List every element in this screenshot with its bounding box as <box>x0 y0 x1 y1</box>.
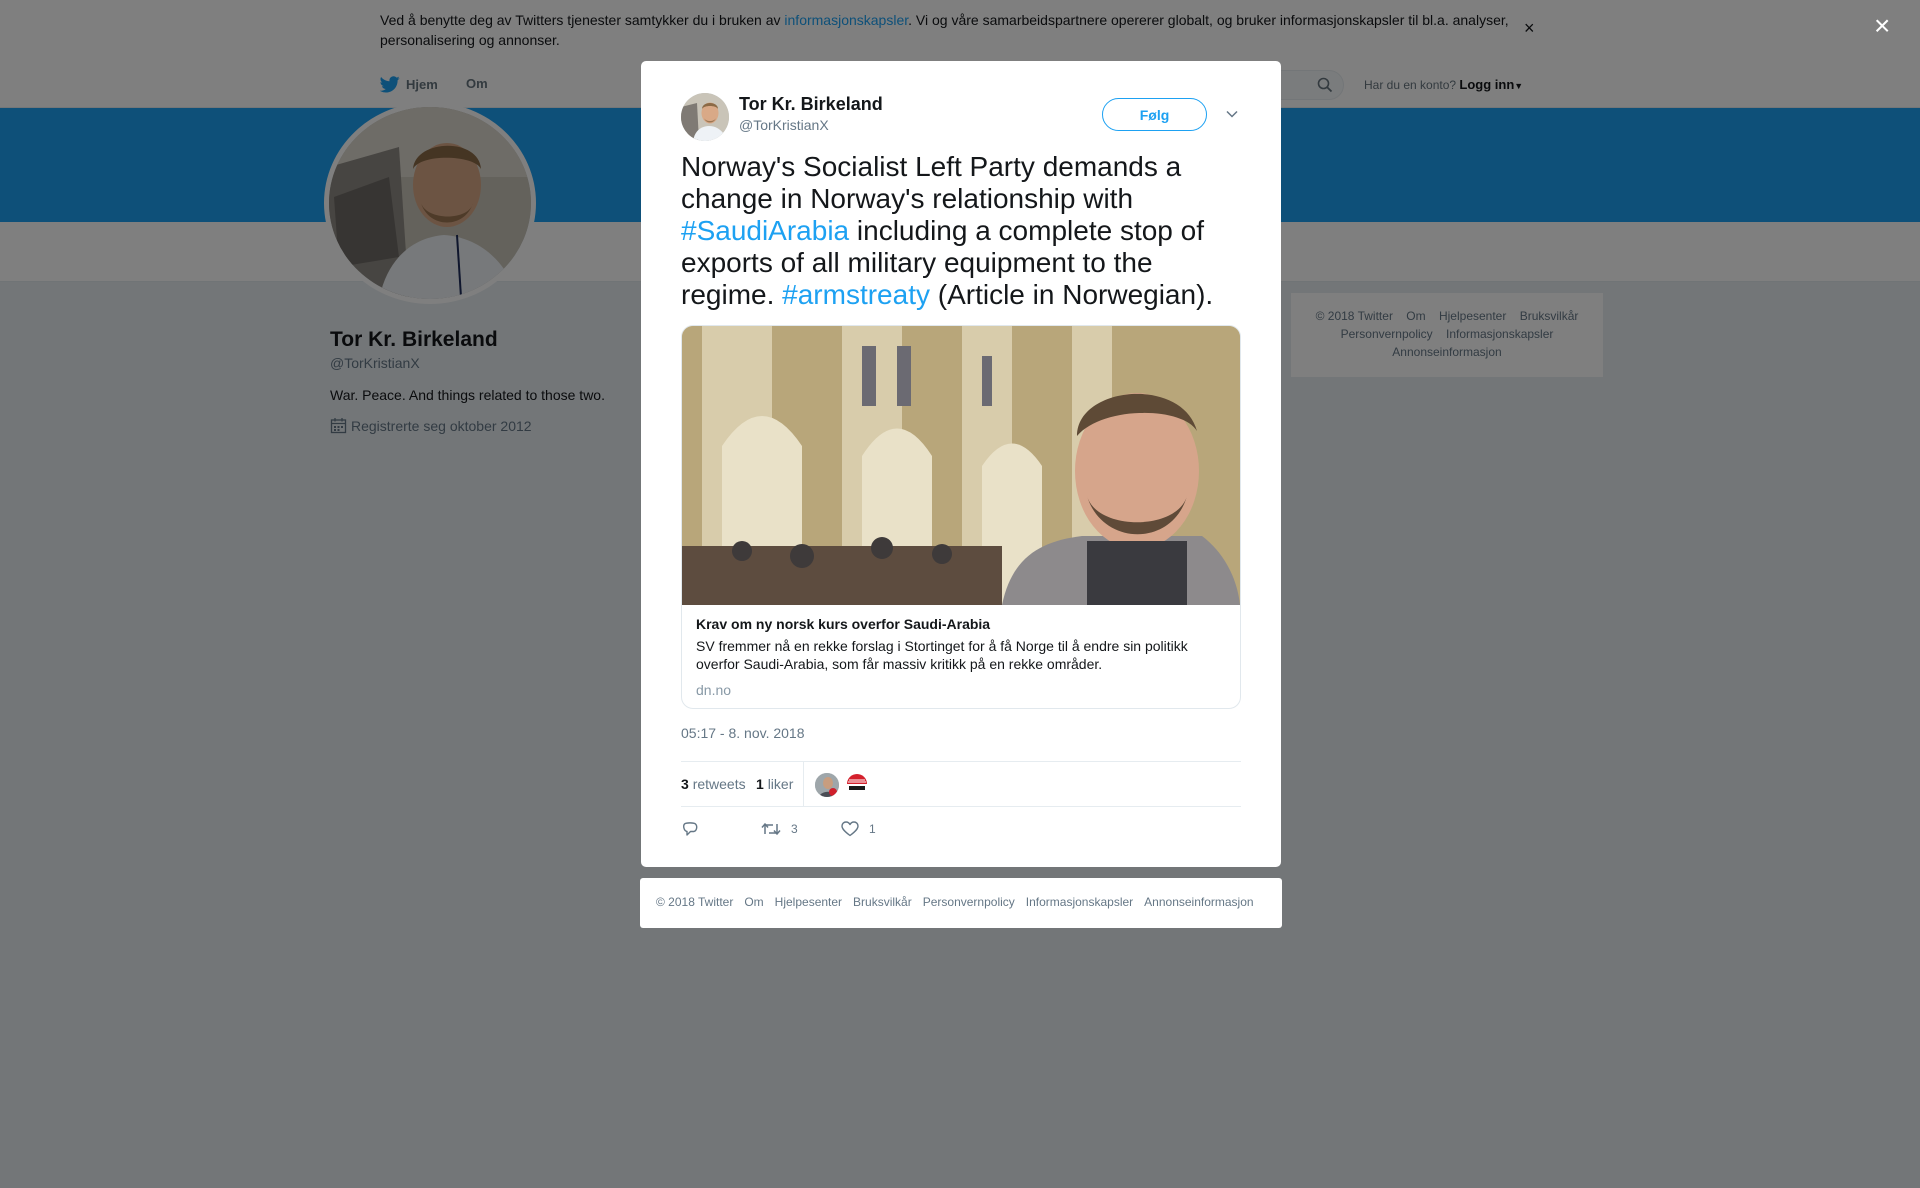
like-action-count: 1 <box>869 822 876 836</box>
reply-icon <box>683 822 698 836</box>
tweet-actions: 3 1 <box>681 815 1241 845</box>
retweet-stat[interactable]: 3 retweets <box>681 776 746 792</box>
heart-icon <box>841 821 859 837</box>
follow-button[interactable]: Følg <box>1102 98 1207 131</box>
footer-link[interactable]: Informasjonskapsler <box>1026 895 1133 909</box>
footer-link[interactable]: Bruksvilkår <box>853 895 912 909</box>
footer-link[interactable]: Hjelpesenter <box>775 895 842 909</box>
tweet-author-avatar[interactable] <box>681 93 729 141</box>
tweet-text-part: (Article in Norwegian). <box>929 279 1214 310</box>
stats-divider <box>803 762 804 806</box>
like-label: liker <box>767 776 794 792</box>
modal-footer: © 2018 Twitter Om Hjelpesenter Bruksvilkår P… <box>640 878 1282 928</box>
footer-link[interactable]: Om <box>744 895 763 909</box>
retweet-label: retweets <box>692 776 746 792</box>
hashtag-link[interactable]: #armstreaty <box>782 279 930 310</box>
footer-link[interactable]: Annonseinformasjon <box>1144 895 1253 909</box>
close-modal-button[interactable]: × <box>1874 12 1890 40</box>
reply-button[interactable] <box>681 821 699 838</box>
retweet-button[interactable]: 3 <box>761 821 798 837</box>
card-domain: dn.no <box>696 682 732 698</box>
retweeter-avatar[interactable] <box>845 771 869 795</box>
hashtag-link[interactable]: #SaudiArabia <box>681 215 849 246</box>
tweet-timestamp[interactable]: 05:17 - 8. nov. 2018 <box>681 725 805 741</box>
retweet-icon <box>761 822 781 836</box>
retweet-action-count: 3 <box>791 822 798 836</box>
like-count: 1 <box>756 776 764 792</box>
retweeter-avatar[interactable] <box>815 773 839 797</box>
tweet-text: Norway's Socialist Left Party demands a … <box>681 151 1241 311</box>
tweet-modal: Tor Kr. Birkeland @TorKristianX Følg Nor… <box>641 61 1281 867</box>
retweet-count: 3 <box>681 776 689 792</box>
tweet-stats: 3 retweets 1 liker <box>681 761 1241 807</box>
footer-link[interactable]: © 2018 Twitter <box>656 895 733 909</box>
card-image[interactable] <box>682 326 1240 605</box>
like-button[interactable]: 1 <box>841 821 876 837</box>
like-stat[interactable]: 1 liker <box>756 776 793 792</box>
tweet-author-name[interactable]: Tor Kr. Birkeland <box>739 94 883 115</box>
tweet-author-handle[interactable]: @TorKristianX <box>739 117 829 133</box>
tweet-text-part: Norway's Socialist Left Party demands a … <box>681 151 1182 214</box>
chevron-down-icon[interactable] <box>1225 109 1239 119</box>
card-title[interactable]: Krav om ny norsk kurs overfor Saudi-Arab… <box>696 616 990 632</box>
card-description: SV fremmer nå en rekke forslag i Stortin… <box>696 638 1188 672</box>
footer-link[interactable]: Personvernpolicy <box>923 895 1015 909</box>
link-preview-card[interactable]: Krav om ny norsk kurs overfor Saudi-Arab… <box>681 325 1241 709</box>
